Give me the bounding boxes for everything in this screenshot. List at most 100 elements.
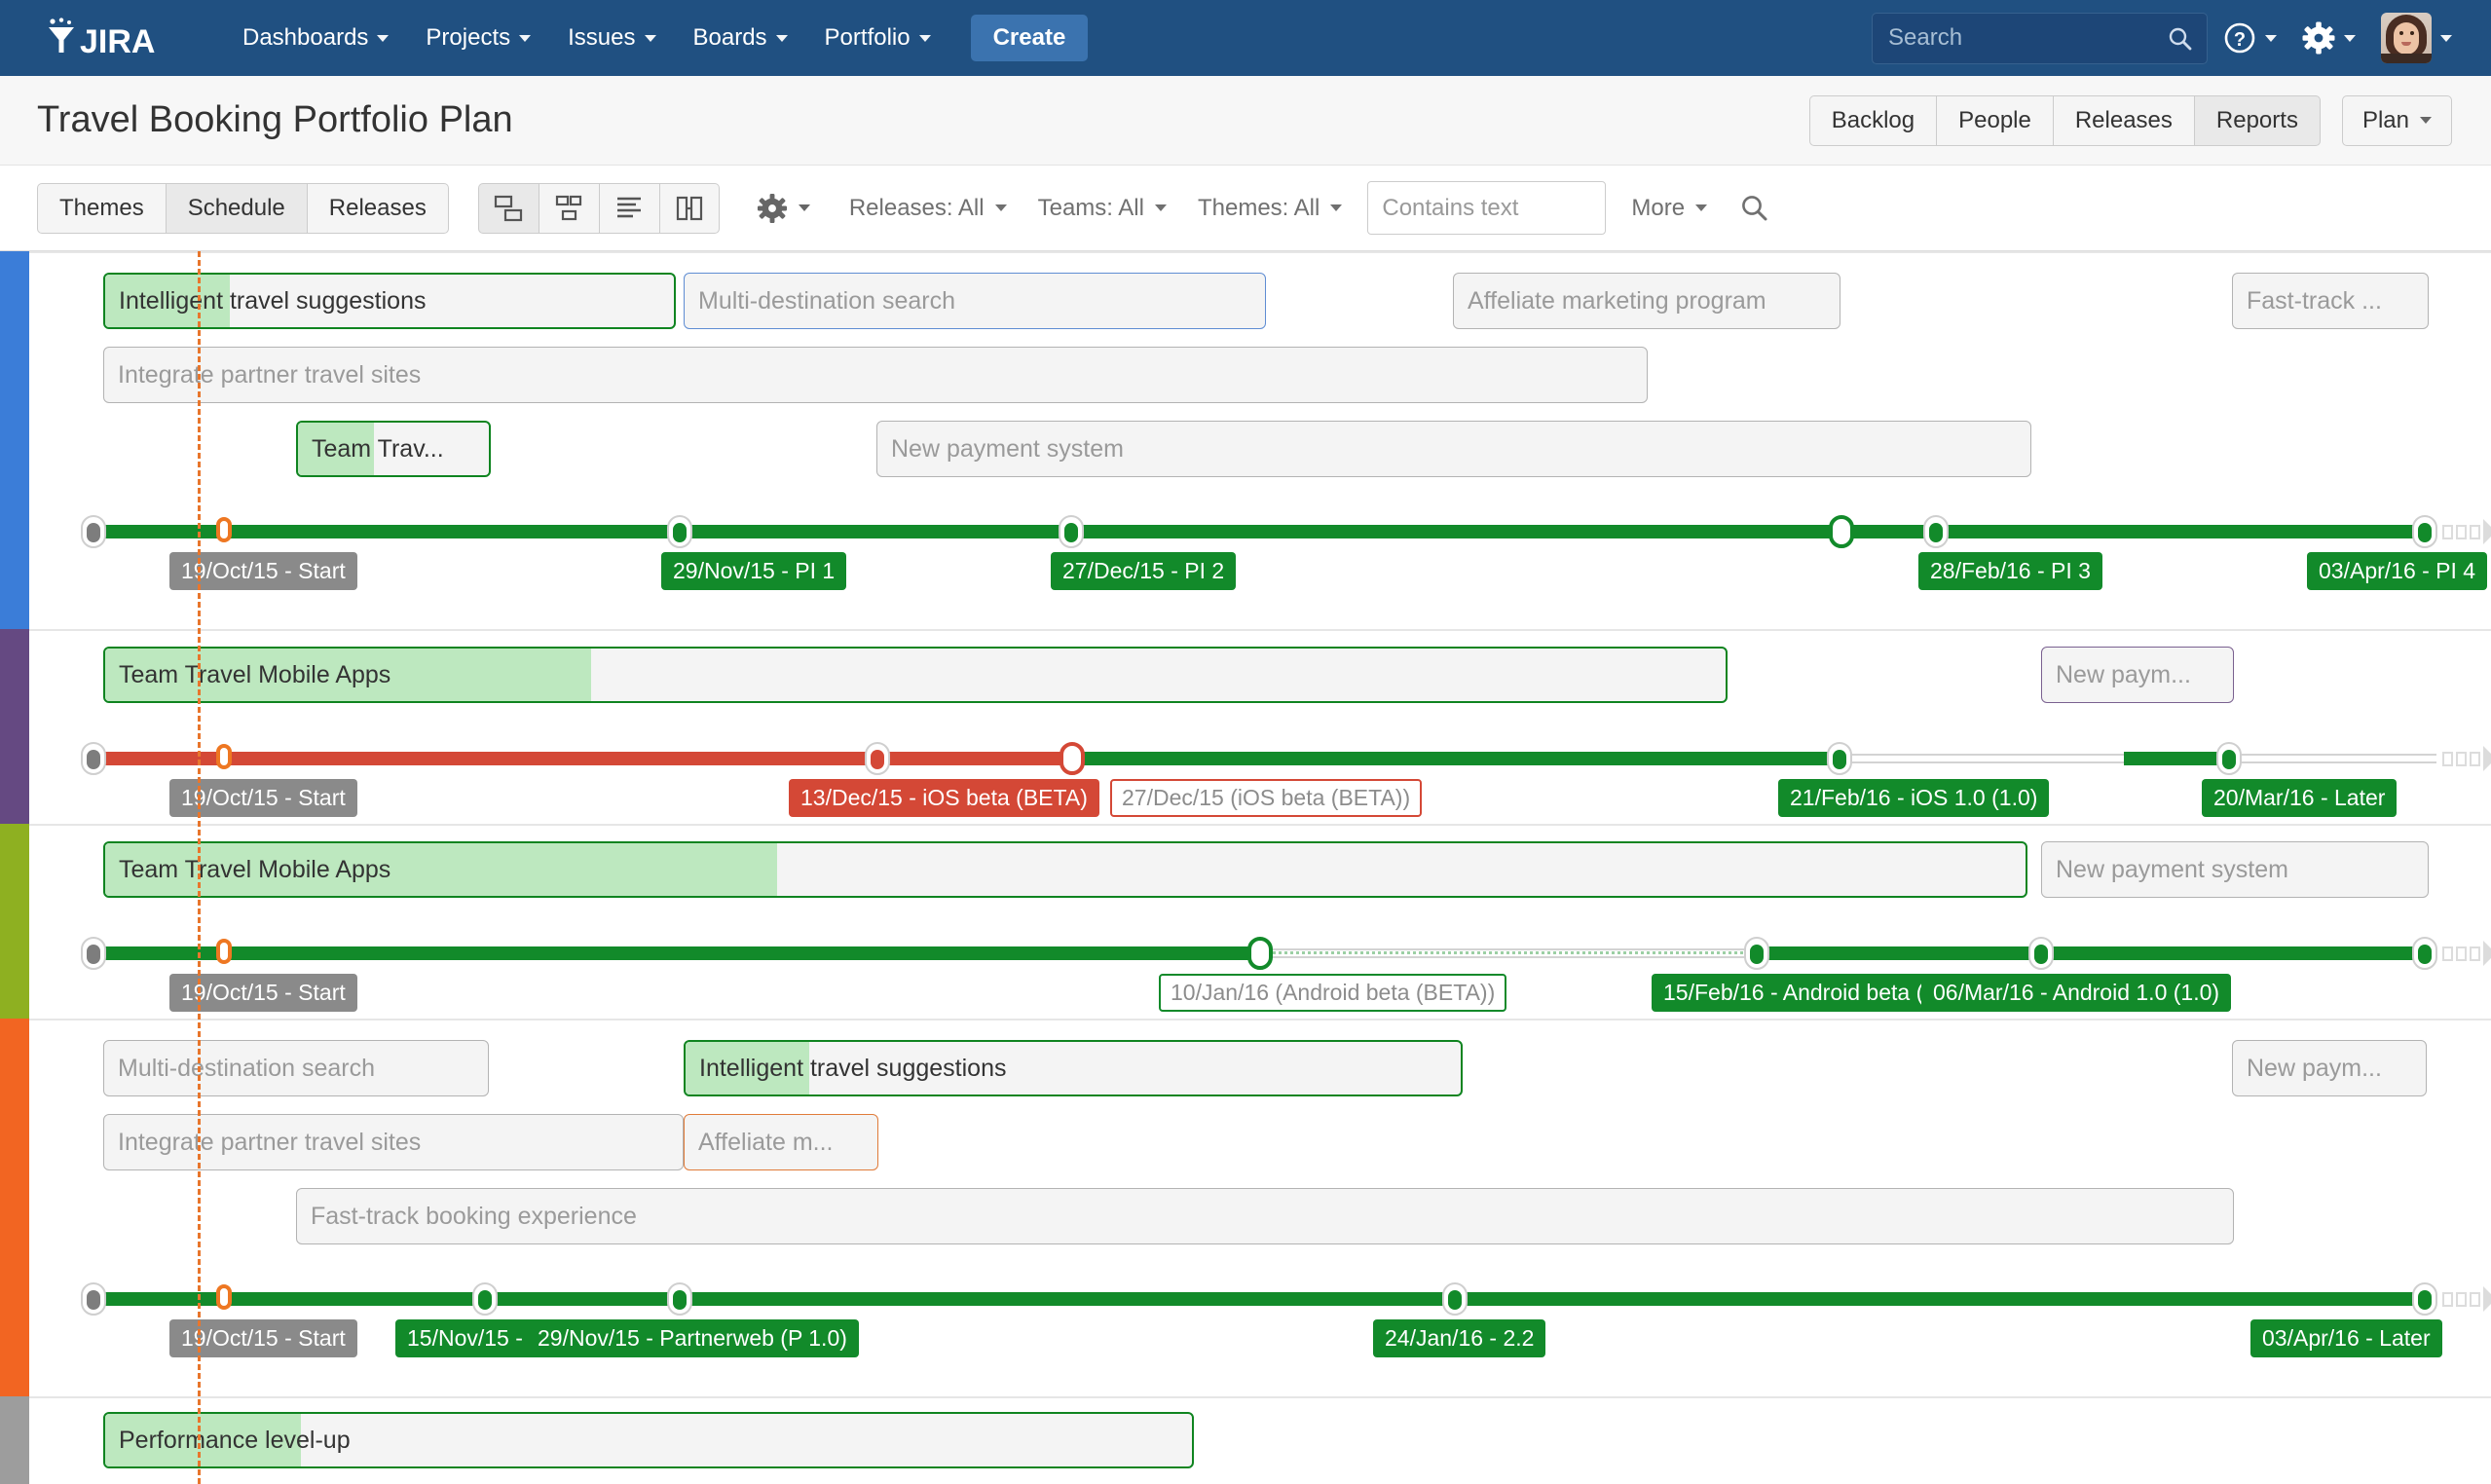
milestone-label[interactable]: 19/Oct/15 - Start <box>169 779 357 817</box>
nav-item-portfolio[interactable]: Portfolio <box>806 0 949 76</box>
settings-menu-button[interactable] <box>2292 0 2365 76</box>
gantt-bar[interactable]: Fast-track ... <box>2232 273 2429 329</box>
gantt-bar[interactable]: Fast-track booking experience <box>296 1188 2234 1244</box>
nav-item-issues[interactable]: Issues <box>549 0 674 76</box>
gantt-bar[interactable]: Multi-destination search <box>103 1040 489 1096</box>
text-filter-input[interactable] <box>1367 181 1607 235</box>
milestone-marker[interactable] <box>1060 742 1085 775</box>
view-tab-schedule[interactable]: Schedule <box>165 182 307 234</box>
milestone-label[interactable]: 27/Dec/15 - PI 2 <box>1051 552 1237 590</box>
filter-releases[interactable]: Releases: All <box>834 195 1022 222</box>
gantt-chart[interactable]: Intelligent travel suggestions Multi-dest… <box>0 251 2491 1484</box>
gantt-bar[interactable]: Intelligent travel suggestions <box>103 273 676 329</box>
release-timeline-track[interactable]: 19/Oct/15 - Start 13/Dec/15 - iOS beta (B… <box>81 742 2491 817</box>
milestone-marker[interactable] <box>81 1282 106 1316</box>
gantt-bar[interactable]: Multi-destination search <box>684 273 1266 329</box>
milestone-label[interactable]: 13/Dec/15 - iOS beta (BETA) <box>789 779 1099 817</box>
milestone-marker[interactable] <box>1247 937 1273 970</box>
release-timeline-track[interactable]: 19/Oct/15 - Start 15/Nov/15 - 2.1 29/Nov/1… <box>81 1282 2491 1357</box>
milestone-label[interactable]: 03/Apr/16 - Later <box>2250 1319 2442 1357</box>
more-filters-button[interactable]: More <box>1616 195 1723 222</box>
gantt-bar[interactable]: New payment system <box>2041 841 2429 898</box>
filter-themes[interactable]: Themes: All <box>1182 195 1357 222</box>
gantt-bar[interactable]: New paym... <box>2232 1040 2427 1096</box>
milestone-marker[interactable] <box>1059 515 1084 548</box>
milestone-marker[interactable] <box>1923 515 1949 548</box>
view-tab-themes[interactable]: Themes <box>37 182 166 234</box>
milestone-marker[interactable] <box>214 937 240 970</box>
milestone-marker[interactable] <box>667 515 692 548</box>
milestone-label[interactable]: 10/Jan/16 (Android beta (BETA)) <box>1159 974 1507 1012</box>
milestone-marker[interactable] <box>81 515 106 548</box>
milestone-label[interactable]: 19/Oct/15 - Start <box>169 1319 357 1357</box>
timeline-scroll-forward[interactable] <box>2442 519 2491 544</box>
timeline-scroll-forward[interactable] <box>2442 746 2491 771</box>
milestone-label[interactable]: 19/Oct/15 - Start <box>169 974 357 1012</box>
milestone-label[interactable]: 21/Feb/16 - iOS 1.0 (1.0) <box>1778 779 2050 817</box>
nav-item-dashboards[interactable]: Dashboards <box>224 0 407 76</box>
milestone-label[interactable]: 29/Nov/15 - PI 1 <box>661 552 847 590</box>
gantt-bar[interactable]: Team Trav... <box>296 421 491 477</box>
nav-item-boards[interactable]: Boards <box>675 0 806 76</box>
layout-split-icon[interactable] <box>477 182 539 234</box>
gantt-bar[interactable]: Performance level-up <box>103 1412 1194 1468</box>
gantt-bar[interactable]: Affeliate m... <box>684 1114 878 1170</box>
gantt-bar[interactable]: Team Travel Mobile Apps <box>103 647 1728 703</box>
tab-releases[interactable]: Releases <box>2052 94 2194 146</box>
tab-people[interactable]: People <box>1936 94 2053 146</box>
milestone-marker[interactable] <box>2412 937 2437 970</box>
filter-teams[interactable]: Teams: All <box>1022 195 1182 222</box>
milestone-marker[interactable] <box>1442 1282 1468 1316</box>
milestone-marker[interactable] <box>1827 742 1852 775</box>
milestone-label[interactable]: 03/Apr/16 - PI 4 <box>2307 552 2488 590</box>
milestone-label[interactable]: 06/Mar/16 - Android 1.0 (1.0) <box>1921 974 2232 1012</box>
gantt-bar[interactable]: Affeliate marketing program <box>1453 273 1840 329</box>
view-tab-releases[interactable]: Releases <box>306 182 449 234</box>
jira-logo[interactable]: JIRA <box>37 17 181 59</box>
layout-tree-icon[interactable] <box>538 182 599 234</box>
milestone-marker[interactable] <box>667 1282 692 1316</box>
milestone-marker[interactable] <box>214 742 240 775</box>
milestone-label[interactable]: 20/Mar/16 - Later <box>2202 779 2398 817</box>
gantt-bar[interactable]: New paym... <box>2041 647 2234 703</box>
milestone-marker[interactable] <box>1744 937 1769 970</box>
plan-menu-button[interactable]: Plan <box>2341 94 2452 146</box>
release-timeline-track[interactable]: 19/Oct/15 - Start 29/Nov/15 - PI 1 27/Dec/… <box>81 515 2491 590</box>
timeline-scroll-forward[interactable] <box>2442 941 2491 966</box>
layout-columns-icon[interactable] <box>658 182 720 234</box>
milestone-marker[interactable] <box>472 1282 498 1316</box>
milestone-label[interactable]: 24/Jan/16 - 2.2 <box>1373 1319 1546 1357</box>
milestone-marker[interactable] <box>865 742 890 775</box>
profile-menu-button[interactable] <box>2371 0 2462 76</box>
milestone-marker[interactable] <box>214 515 240 548</box>
layout-list-icon[interactable] <box>598 182 659 234</box>
milestone-marker[interactable] <box>2216 742 2242 775</box>
milestone-label[interactable]: 29/Nov/15 - Partnerweb (P 1.0) <box>526 1319 859 1357</box>
release-timeline-track[interactable]: 19/Oct/15 - Start 10/Jan/16 (Android beta… <box>81 937 2491 1012</box>
milestone-marker[interactable] <box>2028 937 2054 970</box>
milestone-label[interactable]: 28/Feb/16 - PI 3 <box>1918 552 2102 590</box>
milestone-label[interactable]: 27/Dec/15 (iOS beta (BETA)) <box>1110 779 1423 817</box>
create-button[interactable]: Create <box>970 15 1089 61</box>
milestone-marker[interactable] <box>1829 515 1854 548</box>
nav-item-projects[interactable]: Projects <box>407 0 549 76</box>
milestone-marker[interactable] <box>81 937 106 970</box>
gantt-bar[interactable]: Intelligent travel suggestions <box>684 1040 1463 1096</box>
milestone-label[interactable]: 19/Oct/15 - Start <box>169 552 357 590</box>
gantt-bar[interactable]: Integrate partner travel sites <box>103 347 1648 403</box>
toolbar-search-button[interactable] <box>1723 194 1787 223</box>
global-search[interactable] <box>1872 12 2208 64</box>
milestone-marker[interactable] <box>214 1282 240 1316</box>
milestone-marker[interactable] <box>2412 515 2437 548</box>
tab-backlog[interactable]: Backlog <box>1808 94 1937 146</box>
help-menu-button[interactable]: ? <box>2213 0 2287 76</box>
toolbar-settings-button[interactable] <box>747 193 820 224</box>
milestone-marker[interactable] <box>2412 1282 2437 1316</box>
search-input[interactable] <box>1873 13 2207 63</box>
gantt-bar[interactable]: Integrate partner travel sites <box>103 1114 684 1170</box>
gantt-bar[interactable]: Team Travel Mobile Apps <box>103 841 2027 898</box>
timeline-scroll-forward[interactable] <box>2442 1286 2491 1312</box>
tab-reports[interactable]: Reports <box>2193 94 2321 146</box>
milestone-marker[interactable] <box>81 742 106 775</box>
gantt-bar[interactable]: New payment system <box>876 421 2031 477</box>
